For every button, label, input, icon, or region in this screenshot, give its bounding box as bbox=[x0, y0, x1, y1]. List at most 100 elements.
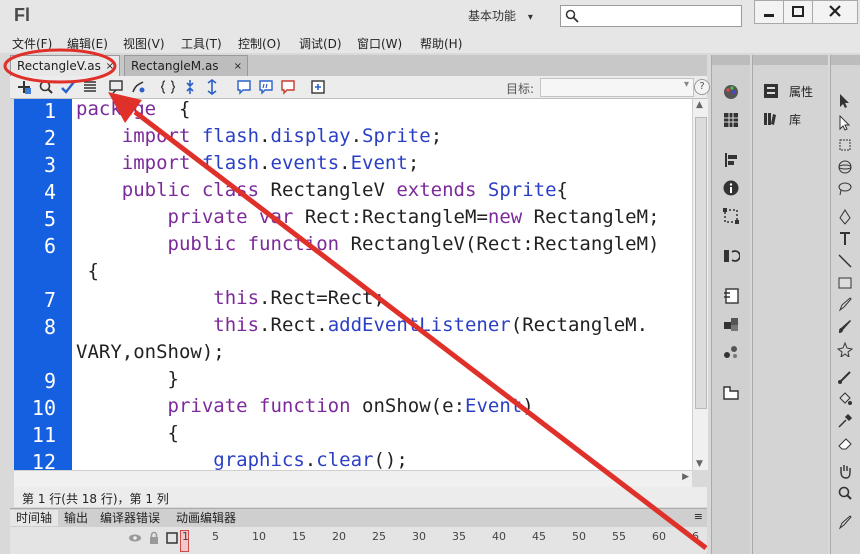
align-icon[interactable] bbox=[722, 151, 740, 169]
subselection-tool-icon[interactable] bbox=[837, 115, 853, 131]
apply-block-comment-icon[interactable] bbox=[236, 79, 252, 95]
help-search-input[interactable] bbox=[560, 5, 742, 27]
outline-icon[interactable] bbox=[166, 532, 178, 544]
maximize-button[interactable] bbox=[783, 0, 813, 24]
close-tab-icon[interactable]: × bbox=[106, 56, 114, 77]
code-line: { bbox=[76, 260, 99, 282]
vertical-scroll-thumb[interactable] bbox=[695, 117, 707, 409]
eraser-tool-icon[interactable] bbox=[837, 435, 853, 451]
tab-rectanglev[interactable]: RectangleV.as × bbox=[10, 55, 120, 76]
frame-tick: 30 bbox=[412, 530, 426, 543]
tab-rectanglem[interactable]: RectangleM.as × bbox=[124, 55, 248, 76]
scroll-down-icon[interactable]: ▼ bbox=[696, 459, 703, 469]
code-line: this.Rect.addEventListener(RectangleM. bbox=[213, 314, 649, 336]
eyedropper-tool-icon[interactable] bbox=[837, 413, 853, 429]
tab-label: RectangleV.as bbox=[17, 59, 101, 73]
menu-file[interactable]: 文件(F) bbox=[12, 35, 52, 52]
line-number: 9 bbox=[43, 369, 56, 393]
tab-output[interactable]: 输出 bbox=[58, 510, 94, 526]
code-line: public function RectangleV(Rect:Rectangl… bbox=[167, 233, 660, 255]
timeline-ruler[interactable]: 1 5 10 15 20 25 30 35 40 45 50 55 60 6 bbox=[10, 527, 707, 554]
paint-bucket-tool-icon[interactable] bbox=[837, 391, 853, 407]
remove-comment-icon[interactable] bbox=[280, 79, 296, 95]
show-hide-toolbox-icon[interactable] bbox=[310, 79, 326, 95]
brush-tool-icon[interactable] bbox=[837, 319, 853, 335]
frame-tick: 5 bbox=[212, 530, 219, 543]
close-window-button[interactable] bbox=[812, 0, 858, 24]
scroll-up-icon[interactable]: ▲ bbox=[696, 100, 703, 110]
auto-format-icon[interactable] bbox=[82, 79, 98, 95]
code-hint-icon[interactable] bbox=[108, 79, 124, 95]
collapse-selection-icon[interactable] bbox=[182, 79, 198, 95]
find-icon[interactable] bbox=[38, 79, 54, 95]
line-number-gutter: 1 2 3 4 5 6 7 8 9 10 11 12 bbox=[14, 99, 72, 474]
3d-rotation-tool-icon[interactable] bbox=[837, 159, 853, 175]
panel-menu-icon[interactable]: ≡ bbox=[694, 510, 703, 523]
frame-tick: 60 bbox=[652, 530, 666, 543]
add-statement-icon[interactable] bbox=[16, 79, 32, 95]
bone-tool-icon[interactable] bbox=[837, 369, 853, 385]
tab-compiler-errors[interactable]: 编译器错误 bbox=[94, 510, 166, 526]
menu-control[interactable]: 控制(O) bbox=[238, 35, 281, 52]
color-panel-icon[interactable] bbox=[722, 83, 740, 101]
menu-tools[interactable]: 工具(T) bbox=[181, 35, 222, 52]
debug-options-icon[interactable] bbox=[130, 79, 146, 95]
properties-panel-button[interactable]: 属性 bbox=[761, 83, 825, 101]
transform-icon[interactable] bbox=[722, 207, 740, 225]
tab-label: RectangleM.as bbox=[131, 59, 219, 73]
pen-tool-icon[interactable] bbox=[837, 209, 853, 225]
history-icon[interactable] bbox=[722, 247, 740, 265]
frame-tick: 20 bbox=[332, 530, 346, 543]
eye-icon[interactable] bbox=[128, 532, 142, 544]
pencil-tool-icon[interactable] bbox=[837, 297, 853, 313]
swatches-icon[interactable] bbox=[722, 111, 740, 129]
rectangle-tool-icon[interactable] bbox=[837, 275, 853, 291]
frame-tick: 35 bbox=[452, 530, 466, 543]
scroll-right-icon[interactable]: ▶ bbox=[682, 472, 689, 482]
dock-grip[interactable] bbox=[831, 55, 860, 65]
zoom-tool-icon[interactable] bbox=[837, 485, 853, 501]
bottom-panel-tabs: 时间轴 输出 编译器错误 动画编辑器 ≡ bbox=[10, 508, 707, 527]
help-button[interactable]: ? bbox=[694, 79, 710, 95]
menu-edit[interactable]: 编辑(E) bbox=[67, 35, 108, 52]
component-inspector-icon[interactable] bbox=[722, 343, 740, 361]
horizontal-scrollbar[interactable]: ▶ bbox=[14, 470, 692, 487]
dock-grip[interactable] bbox=[753, 55, 828, 65]
free-transform-tool-icon[interactable] bbox=[837, 137, 853, 153]
menu-help[interactable]: 帮助(H) bbox=[420, 35, 462, 52]
vertical-scrollbar[interactable]: ▲ ▼ bbox=[692, 99, 708, 470]
collapse-between-braces-icon[interactable] bbox=[160, 79, 176, 95]
code-snippets-icon[interactable] bbox=[722, 287, 740, 305]
line-number: 11 bbox=[31, 423, 56, 447]
lock-icon[interactable] bbox=[148, 531, 160, 545]
properties-library-dock: 属性 库 bbox=[752, 55, 828, 554]
minimize-button[interactable] bbox=[754, 0, 784, 24]
menu-window[interactable]: 窗口(W) bbox=[357, 35, 402, 52]
tab-timeline[interactable]: 时间轴 bbox=[10, 510, 59, 526]
components-icon[interactable] bbox=[722, 315, 740, 333]
code-line: import flash.display.Sprite; bbox=[121, 125, 443, 147]
dock-grip[interactable] bbox=[712, 55, 750, 65]
apply-line-comment-icon[interactable] bbox=[258, 79, 274, 95]
close-tab-icon[interactable]: × bbox=[234, 56, 242, 77]
code-editor[interactable]: package { import flash.display.Sprite; i… bbox=[72, 99, 692, 470]
hand-tool-icon[interactable] bbox=[837, 463, 853, 479]
line-number: 7 bbox=[43, 288, 56, 312]
deco-tool-icon[interactable] bbox=[837, 341, 853, 357]
line-tool-icon[interactable] bbox=[837, 253, 853, 269]
target-select[interactable]: ▾ bbox=[540, 78, 694, 97]
stroke-color-icon[interactable] bbox=[837, 515, 853, 531]
lasso-tool-icon[interactable] bbox=[837, 181, 853, 197]
menu-debug[interactable]: 调试(D) bbox=[299, 35, 342, 52]
menu-view[interactable]: 视图(V) bbox=[123, 35, 165, 52]
movie-explorer-icon[interactable] bbox=[722, 383, 740, 401]
check-syntax-icon[interactable] bbox=[60, 79, 76, 95]
code-line: { bbox=[76, 422, 179, 444]
text-tool-icon[interactable] bbox=[837, 231, 853, 247]
workspace-switcher[interactable]: 基本功能 ▾ bbox=[468, 5, 548, 27]
selection-tool-icon[interactable] bbox=[837, 93, 853, 109]
info-icon[interactable] bbox=[722, 179, 740, 197]
expand-all-icon[interactable] bbox=[204, 79, 220, 95]
library-panel-button[interactable]: 库 bbox=[761, 111, 825, 129]
tab-motion-editor[interactable]: 动画编辑器 bbox=[170, 510, 242, 526]
